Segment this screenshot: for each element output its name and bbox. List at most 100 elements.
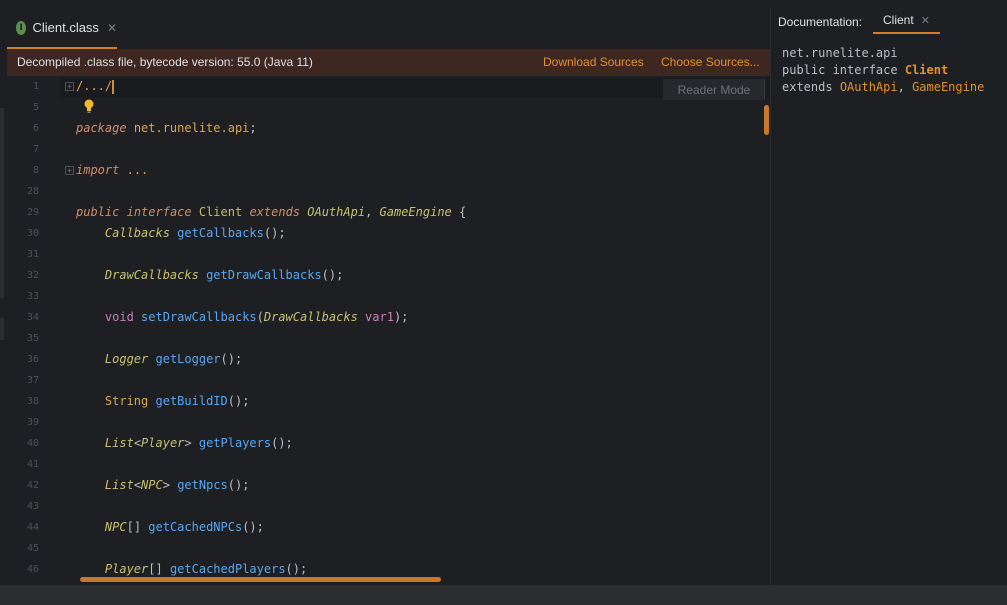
type-name: String: [104, 394, 149, 408]
close-icon[interactable]: ✕: [921, 14, 930, 27]
code-line: List<Player> getPlayers();: [104, 436, 293, 450]
line-number: 33: [26, 291, 39, 302]
download-sources-link[interactable]: Download Sources: [543, 55, 644, 69]
keyword: interface: [126, 205, 192, 219]
line-number: 5: [32, 102, 39, 113]
line-number: 46: [26, 564, 39, 575]
editor-tab-client-class[interactable]: I Client.class ✕: [7, 8, 117, 49]
type-name: Client: [198, 205, 243, 219]
method-name: getBuildID: [155, 394, 228, 408]
line-number: 6: [32, 123, 39, 134]
doc-tab-label: Client: [883, 13, 914, 27]
editor-tab-bar: I Client.class ✕: [7, 8, 770, 49]
tool-strip-indicator: [0, 108, 4, 298]
code-line: package net.runelite.api;: [76, 121, 257, 135]
fold-icon[interactable]: +: [65, 166, 74, 175]
line-number: 7: [32, 144, 39, 155]
panel-title: Documentation:: [778, 15, 863, 29]
code-line: import ...: [76, 163, 148, 177]
method-name: setDrawCallbacks: [141, 310, 257, 324]
choose-sources-link[interactable]: Choose Sources...: [661, 55, 760, 69]
keyword: extends: [249, 205, 301, 219]
fold-icon[interactable]: +: [65, 82, 74, 91]
doc-extends: extends OAuthApi, GameEngine: [782, 80, 985, 94]
code-line: public interface Client extends OAuthApi…: [76, 205, 467, 219]
keyword: void: [104, 310, 134, 324]
parameter-name: var1: [365, 310, 394, 324]
method-name: getPlayers: [198, 436, 272, 450]
line-number: 1: [32, 81, 39, 92]
line-number: 44: [26, 522, 39, 533]
interface-icon: I: [16, 20, 27, 35]
type-name: Player: [141, 436, 185, 450]
code-line: DrawCallbacks getDrawCallbacks();: [104, 268, 344, 282]
keyword: package: [76, 121, 127, 135]
type-name: Logger: [104, 352, 149, 366]
doc-extends-keyword: extends: [782, 80, 833, 94]
method-name: getCallbacks: [177, 226, 264, 240]
banner-message: Decompiled .class file, bytecode version…: [17, 55, 313, 69]
code-line: NPC[] getCachedNPCs();: [104, 520, 264, 534]
code-editor[interactable]: 1 5 6 7 8 28 29 30 31 32 33 34 35 36 37 …: [7, 77, 770, 585]
doc-link-oauthapi[interactable]: OAuthApi: [840, 80, 898, 94]
doc-decl-name: Client: [904, 63, 949, 77]
decompiled-banner: Decompiled .class file, bytecode version…: [7, 49, 770, 76]
line-number: 28: [26, 186, 39, 197]
line-number: 8: [32, 165, 39, 176]
method-name: getDrawCallbacks: [206, 268, 322, 282]
divider: [764, 80, 765, 99]
line-number: 30: [26, 228, 39, 239]
type-name: DrawCallbacks: [104, 268, 199, 282]
tool-strip-indicator: [0, 318, 4, 340]
line-number: 38: [26, 396, 39, 407]
line-number: 41: [26, 459, 39, 470]
type-name: NPC: [104, 520, 127, 534]
line-number: 37: [26, 375, 39, 386]
line-number: 43: [26, 501, 39, 512]
code-line: String getBuildID();: [104, 394, 250, 408]
doc-tab-client[interactable]: Client ✕: [873, 8, 940, 34]
method-name: getCachedNPCs: [148, 520, 243, 534]
keyword: import: [76, 163, 120, 177]
doc-declaration: public interface Client: [782, 63, 948, 77]
method-name: getNpcs: [177, 478, 228, 492]
line-number: 32: [26, 270, 39, 281]
reader-mode-button[interactable]: Reader Mode: [663, 79, 765, 100]
tab-label: Client.class: [32, 20, 99, 35]
line-number: 29: [26, 207, 39, 218]
close-icon[interactable]: ✕: [107, 21, 117, 35]
line-number: 35: [26, 333, 39, 344]
status-bar: [0, 585, 1007, 605]
line-number: 31: [26, 249, 39, 260]
vertical-scrollbar-thumb[interactable]: [764, 105, 769, 135]
code-line: void setDrawCallbacks(DrawCallbacks var1…: [104, 310, 409, 324]
package-name: net.runelite.api: [133, 121, 250, 135]
type-name: Callbacks: [104, 226, 170, 240]
type-name: GameEngine: [379, 205, 452, 219]
type-name: List: [104, 436, 134, 450]
code-line: Player[] getCachedPlayers();: [104, 562, 308, 576]
type-name: OAuthApi: [307, 205, 366, 219]
line-number: 39: [26, 417, 39, 428]
type-name: NPC: [141, 478, 163, 492]
code-line: List<NPC> getNpcs();: [104, 478, 250, 492]
type-name: DrawCallbacks: [263, 310, 358, 324]
code-line: Callbacks getCallbacks();: [104, 226, 286, 240]
left-tool-strip: [0, 0, 7, 585]
collapsed-imports[interactable]: ...: [127, 163, 149, 177]
method-name: getCachedPlayers: [169, 562, 286, 576]
code-line: Logger getLogger();: [104, 352, 243, 366]
line-number: 45: [26, 543, 39, 554]
horizontal-scrollbar-thumb[interactable]: [80, 577, 441, 582]
keyword: public: [76, 205, 120, 219]
doc-package: net.runelite.api: [782, 46, 898, 60]
line-number: 40: [26, 438, 39, 449]
line-number: 42: [26, 480, 39, 491]
collapsed-header[interactable]: /.../: [76, 79, 112, 93]
type-name: Player: [104, 562, 149, 576]
doc-link-gameengine[interactable]: GameEngine: [912, 80, 984, 94]
lightbulb-icon[interactable]: [84, 99, 94, 113]
doc-decl-prefix: public interface: [782, 63, 898, 77]
line-number-gutter: 1 5 6 7 8 28 29 30 31 32 33 34 35 36 37 …: [7, 77, 61, 585]
type-name: List: [104, 478, 134, 492]
